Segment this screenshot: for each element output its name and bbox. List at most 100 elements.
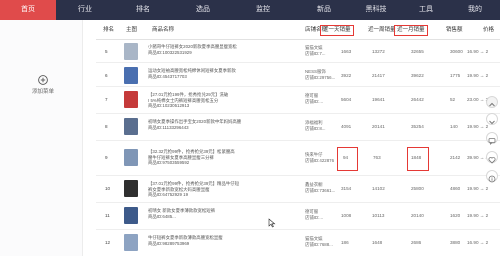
shop-info[interactable]: 猫猫文娱 店铺ID:7... bbox=[305, 45, 326, 56]
sales-7d-cell: 21417 bbox=[372, 73, 385, 78]
rank-cell: 12 bbox=[105, 240, 111, 245]
top-navigation-bar: 首页 行业 排名 选品 监控 新品 黑科技 工具 我的 bbox=[0, 0, 500, 20]
shop-info[interactable]: 德可服 店铺ID:... bbox=[305, 93, 323, 104]
product-thumbnail[interactable] bbox=[124, 234, 138, 251]
header-sales-amount[interactable]: 销售额 bbox=[446, 20, 463, 40]
title-line: 商品ID:4543717703 bbox=[148, 73, 187, 79]
shop-id: 店铺ID:422876 bbox=[305, 157, 335, 163]
shop-info[interactable]: NESS服饰 店铺ID:29756... bbox=[305, 69, 335, 80]
product-thumbnail[interactable] bbox=[124, 180, 138, 197]
header-sales-7d[interactable]: 近一周销量 bbox=[368, 20, 396, 40]
product-thumbnail[interactable] bbox=[124, 207, 138, 224]
product-title[interactable]: 【32.32元抢99件，抢秀抢兑39元】松紧腰高 腰牛仔短裤女夏季高腰显瘦三分裤商… bbox=[148, 149, 288, 166]
nav-item-home[interactable]: 首页 bbox=[0, 0, 56, 20]
product-thumbnail[interactable] bbox=[124, 67, 138, 84]
product-thumbnail[interactable] bbox=[124, 43, 138, 60]
shop-info[interactable]: 德可服 店铺ID:... bbox=[305, 209, 323, 220]
add-menu-button[interactable]: 添加菜单 bbox=[26, 75, 60, 95]
product-title[interactable]: 牛仔短裤女夏季新款薄款高腰宽松显瘦 商品ID:98289753969 bbox=[148, 235, 288, 246]
shop-id: 店铺ID:... bbox=[305, 214, 324, 220]
title-line: 商品ID:100322531929 bbox=[148, 49, 192, 55]
nav-item-product-selection[interactable]: 选品 bbox=[178, 0, 228, 20]
shop-id: 店铺ID:73661... bbox=[305, 187, 336, 193]
product-thumbnail[interactable] bbox=[124, 118, 138, 135]
sales-1d-cell: 186 bbox=[341, 240, 349, 245]
title-line: 商品ID:11133296443 bbox=[148, 124, 189, 130]
product-title[interactable]: 【37.01元抢99件，抢秀抢兑39元】精品牛仔短 裤女夏季新款宽松大码高腰显瘦商… bbox=[148, 181, 288, 198]
rank-cell: 8 bbox=[105, 124, 108, 129]
left-panel: 添加菜单 bbox=[0, 20, 83, 256]
sales-30d-cell: 39622 bbox=[411, 73, 424, 78]
title-line: 商品ID:6485... bbox=[148, 213, 176, 219]
help-icon bbox=[488, 175, 496, 183]
sales-7d-cell: 19641 bbox=[372, 97, 385, 102]
header-rank[interactable]: 排名 bbox=[103, 20, 114, 40]
scroll-up-button[interactable] bbox=[486, 96, 498, 108]
table-row[interactable]: 6 运动女短袖高腰宽松纯棉休闲短裤女夏季新款 商品ID:4543717703 NE… bbox=[96, 64, 500, 87]
product-thumbnail[interactable] bbox=[124, 91, 138, 108]
product-title[interactable]: 初晴女夏季操作出手宝女2020新款中年妈妈高腰 商品ID:11133296443 bbox=[148, 119, 288, 130]
title-line: 商品ID:98289753969 bbox=[148, 240, 190, 246]
title-line: 商品ID:10230512913 bbox=[148, 103, 190, 108]
rank-cell: 5 bbox=[105, 49, 108, 54]
nav-item-industry[interactable]: 行业 bbox=[60, 0, 110, 20]
arrow-down-icon bbox=[489, 120, 495, 125]
price-cell: 16.90 → 2 bbox=[467, 240, 489, 245]
shop-info[interactable]: 猫猫文娱 店铺ID:7688... bbox=[305, 236, 333, 247]
sales-7d-cell: 10113 bbox=[372, 213, 385, 218]
nav-item-black-tech[interactable]: 黑科技 bbox=[352, 0, 400, 20]
product-title[interactable]: 小猪哥牛仔短裤女2020新款夏季高腰显瘦宽松 商品ID:100322531929 bbox=[148, 44, 288, 55]
sales-30d-cell: 2686 bbox=[411, 240, 422, 245]
shop-info[interactable]: 添福福利 店铺ID:8... bbox=[305, 120, 326, 131]
add-menu-label: 添加菜单 bbox=[31, 89, 54, 95]
title-line: 商品ID:64752929 19 bbox=[148, 192, 189, 197]
header-sales-1d[interactable]: 近一天销量 bbox=[320, 25, 354, 36]
table-row[interactable]: 11 初晴女 新款女夏季薄款款宽松短裤 商品ID:6485... 德可服 店铺ID:… bbox=[96, 204, 500, 230]
arrow-up-icon bbox=[489, 102, 495, 107]
shop-info[interactable]: 鑫益衣橱 店铺ID:73661... bbox=[305, 182, 335, 193]
shop-id: 店铺ID:7... bbox=[305, 50, 326, 56]
price-cell: 19.90 → 2 bbox=[467, 73, 489, 78]
table-row[interactable]: 7 【27.01元抢199件，抢秀抢兑29元】洗破 I 5%纯棉女士内裤短裤高腰宽… bbox=[96, 88, 500, 114]
nav-item-mine[interactable]: 我的 bbox=[452, 0, 498, 20]
sales-1d-cell: 1663 bbox=[341, 49, 352, 54]
nav-item-tools[interactable]: 工具 bbox=[402, 0, 450, 20]
nav-item-ranking[interactable]: 排名 bbox=[118, 0, 168, 20]
table-row[interactable]: 8 初晴女夏季操作出手宝女2020新款中年妈妈高腰 商品ID:1113329644… bbox=[96, 115, 500, 141]
table-row[interactable]: 12 牛仔短裤女夏季新款薄款高腰宽松显瘦 商品ID:98289753969 猫猫文… bbox=[96, 231, 500, 256]
shop-name: 添福福利 bbox=[305, 120, 323, 125]
sales-amount-cell: 3880 bbox=[450, 240, 461, 245]
rank-cell: 10 bbox=[105, 186, 111, 191]
cursor-icon bbox=[268, 218, 276, 228]
sales-amount-cell: 2142 bbox=[450, 155, 461, 160]
table-row[interactable]: 9 【32.32元抢99件，抢秀抢兑39元】松紧腰高 腰牛仔短裤女夏季高腰显瘦三分… bbox=[96, 142, 500, 176]
nav-item-new-products[interactable]: 新品 bbox=[298, 0, 350, 20]
sales-1d-cell: 3922 bbox=[341, 73, 352, 78]
sales-1d-cell: 1008 bbox=[341, 213, 352, 218]
shop-id: 店铺ID:29756... bbox=[305, 74, 336, 80]
product-title[interactable]: 【27.01元抢199件，抢秀抢兑29元】洗破 I 5%纯棉女士内裤短裤高腰宽松五… bbox=[148, 92, 288, 109]
product-title[interactable]: 运动女短袖高腰宽松纯棉休闲短裤女夏季新款 商品ID:4543717703 bbox=[148, 68, 288, 79]
rank-cell: 7 bbox=[105, 97, 108, 102]
shop-id: 店铺ID:8... bbox=[305, 125, 326, 131]
rank-cell: 9 bbox=[105, 155, 108, 160]
product-title[interactable]: 初晴女 新款女夏季薄款款宽松短裤 商品ID:6485... bbox=[148, 208, 288, 219]
scroll-down-button[interactable] bbox=[486, 113, 498, 125]
sales-amount-cell: 4860 bbox=[450, 186, 461, 191]
chat-button[interactable] bbox=[486, 132, 498, 145]
floating-toolbar bbox=[484, 96, 500, 216]
header-sales-30d[interactable]: 近一月销量 bbox=[394, 25, 428, 36]
sales-30d-cell: 26442 bbox=[411, 97, 424, 102]
sales-amount-cell: 52 bbox=[450, 97, 456, 102]
nav-item-monitoring[interactable]: 监控 bbox=[238, 0, 288, 20]
sales-1d-cell: 4091 bbox=[341, 124, 352, 129]
header-price[interactable]: 价格 bbox=[483, 20, 494, 40]
table-row[interactable]: 5 小猪哥牛仔短裤女2020新款夏季高腰显瘦宽松 商品ID:10032253192… bbox=[96, 40, 500, 63]
help-button[interactable] bbox=[486, 170, 498, 183]
favorite-button[interactable] bbox=[486, 151, 498, 164]
sales-30d-cell: 20140 bbox=[411, 213, 424, 218]
product-thumbnail[interactable] bbox=[124, 149, 138, 166]
rank-cell: 6 bbox=[105, 73, 108, 78]
table-row[interactable]: 10 【37.01元抢99件，抢秀抢兑39元】精品牛仔短 裤女夏季新款宽松大码高腰… bbox=[96, 177, 500, 203]
shop-info[interactable]: 快来牛仔 店铺ID:422876 bbox=[305, 152, 334, 163]
